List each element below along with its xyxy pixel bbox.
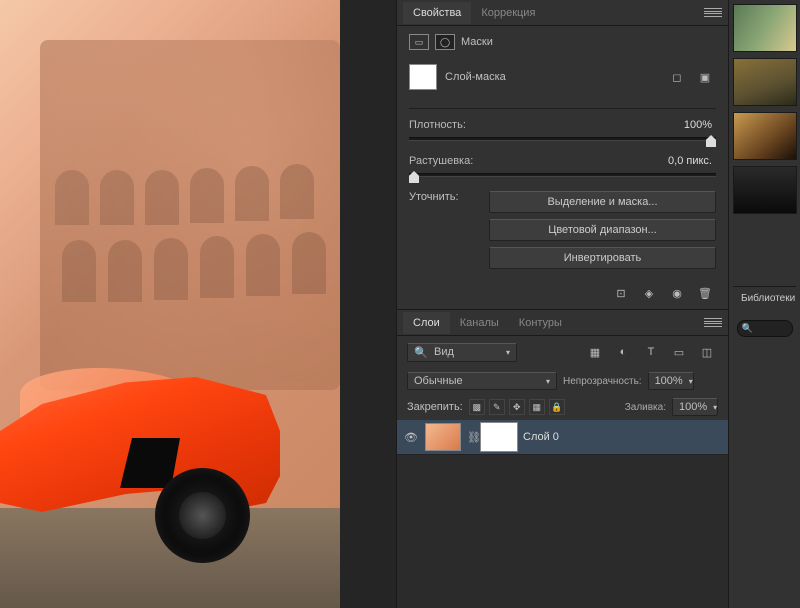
layers-panel: Слои Каналы Контуры 🔍 Вид ▾ ▦ ◐ T ▭ ◫ Об… [397, 309, 728, 608]
layer-mask-thumbnail[interactable] [481, 423, 517, 451]
stock-thumbnail[interactable] [733, 166, 797, 214]
chevron-down-icon: ▾ [689, 377, 693, 386]
fill-input[interactable]: 100% ▾ [672, 398, 718, 416]
stock-thumbnail[interactable] [733, 58, 797, 106]
chevron-down-icon: ▾ [506, 348, 510, 357]
stock-thumbnail[interactable] [733, 4, 797, 52]
background-building [40, 40, 340, 390]
filter-text-icon[interactable]: T [640, 342, 662, 362]
blend-mode-value: Обычные [414, 375, 463, 387]
opacity-label: Непрозрачность: [563, 376, 642, 387]
layer-filter-select[interactable]: 🔍 Вид ▾ [407, 343, 517, 362]
canvas-area [0, 0, 396, 608]
document-canvas[interactable] [0, 0, 340, 608]
delete-mask-icon[interactable]: 🗑 [696, 285, 714, 301]
color-range-button[interactable]: Цветовой диапазон... [489, 219, 716, 241]
lock-transparency-icon[interactable]: ▩ [469, 399, 485, 415]
lock-all-icon[interactable]: 🔒 [549, 399, 565, 415]
panel-menu-icon[interactable] [704, 7, 722, 19]
mask-link-icon[interactable]: ⛓ [467, 431, 475, 444]
filter-label: Вид [434, 346, 454, 358]
add-vector-mask-icon[interactable]: ▣ [694, 67, 716, 87]
feather-label: Растушевка: [409, 155, 664, 167]
layer-list: 👁 ⛓ Слой 0 [397, 420, 728, 608]
apply-mask-icon[interactable]: ◈ [640, 285, 658, 301]
properties-body: ▭ ◯ Маски Слой-маска ◻ ▣ Плотность: 100%… [397, 26, 728, 277]
fill-value: 100% [679, 401, 707, 413]
filter-adjust-icon[interactable]: ◐ [612, 342, 634, 362]
tab-layers[interactable]: Слои [403, 312, 450, 334]
tab-channels[interactable]: Каналы [450, 312, 509, 334]
vector-mask-icon: ◯ [435, 34, 455, 50]
lock-position-icon[interactable]: ✥ [509, 399, 525, 415]
opacity-value: 100% [655, 375, 683, 387]
lock-artboard-icon[interactable]: ▦ [529, 399, 545, 415]
density-value[interactable]: 100% [680, 119, 716, 131]
density-slider-thumb[interactable] [706, 135, 716, 147]
lock-label: Закрепить: [407, 401, 463, 413]
stock-thumbnail[interactable] [733, 112, 797, 160]
layer-row[interactable]: 👁 ⛓ Слой 0 [397, 420, 728, 455]
filter-shape-icon[interactable]: ▭ [668, 342, 690, 362]
density-label: Плотность: [409, 119, 680, 131]
blend-mode-select[interactable]: Обычные ▾ [407, 372, 557, 390]
opacity-input[interactable]: 100% ▾ [648, 372, 694, 390]
layers-panel-menu-icon[interactable] [704, 317, 722, 329]
chevron-down-icon: ▾ [546, 377, 550, 386]
layer-name[interactable]: Слой 0 [523, 431, 722, 443]
feather-slider[interactable] [409, 173, 716, 177]
toggle-mask-icon[interactable]: ◉ [668, 285, 686, 301]
tab-adjustments[interactable]: Коррекция [471, 2, 545, 24]
tab-properties[interactable]: Свойства [403, 2, 471, 24]
libraries-title[interactable]: Библиотеки [733, 286, 796, 310]
mask-type-label: Слой-маска [445, 71, 506, 83]
properties-tabs: Свойства Коррекция [397, 0, 728, 26]
masks-label: Маски [461, 36, 493, 48]
side-strip: Библиотеки 🔍 [728, 0, 800, 608]
car-wheel [155, 468, 250, 563]
chevron-down-icon: ▾ [713, 403, 717, 412]
refine-label: Уточнить: [409, 191, 479, 203]
invert-button[interactable]: Инвертировать [489, 247, 716, 269]
libraries-search-input[interactable]: 🔍 [737, 320, 793, 337]
search-icon: 🔍 [414, 346, 428, 359]
load-selection-icon[interactable]: ⊡ [612, 285, 630, 301]
feather-slider-thumb[interactable] [409, 171, 419, 183]
lock-pixels-icon[interactable]: ✎ [489, 399, 505, 415]
visibility-toggle-icon[interactable]: 👁 [403, 431, 419, 444]
properties-footer: ⊡ ◈ ◉ 🗑 [397, 277, 728, 309]
filter-pixel-icon[interactable]: ▦ [584, 342, 606, 362]
feather-value[interactable]: 0,0 пикс. [664, 155, 716, 167]
add-pixel-mask-icon[interactable]: ◻ [666, 67, 688, 87]
select-and-mask-button[interactable]: Выделение и маска... [489, 191, 716, 213]
fill-label: Заливка: [625, 402, 666, 413]
layer-thumbnail[interactable] [425, 423, 461, 451]
filter-smart-icon[interactable]: ◫ [696, 342, 718, 362]
density-slider[interactable] [409, 137, 716, 141]
mask-thumbnail[interactable] [409, 64, 437, 90]
tab-paths[interactable]: Контуры [509, 312, 572, 334]
pixel-mask-icon: ▭ [409, 34, 429, 50]
right-panels: Свойства Коррекция ▭ ◯ Маски Слой-маска … [396, 0, 728, 608]
